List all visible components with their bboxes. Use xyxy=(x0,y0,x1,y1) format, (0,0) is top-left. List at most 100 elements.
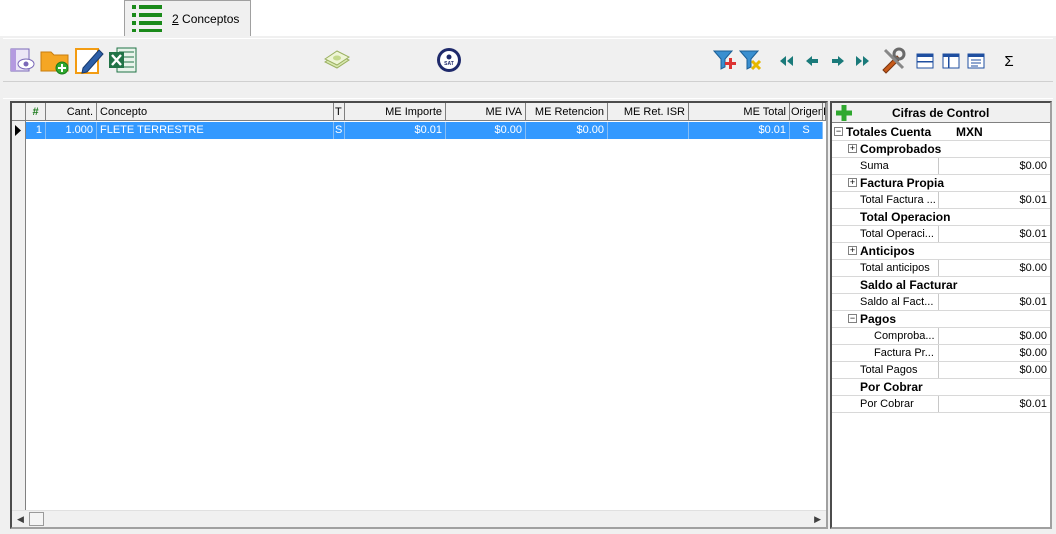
col-header-me-importe[interactable]: ME Importe xyxy=(345,103,446,121)
tab-number: 2 xyxy=(172,12,179,26)
row-label: Comproba... xyxy=(874,330,935,342)
row-total-pagos: Total Pagos $0.00 xyxy=(832,362,1050,379)
row-value: $0.00 xyxy=(1019,160,1047,172)
scroll-left-icon[interactable]: ◀ xyxy=(17,514,24,525)
cell-me-ret-isr[interactable] xyxy=(608,122,689,139)
plus-icon[interactable] xyxy=(836,105,852,121)
col-header-me-retencion[interactable]: ME Retencion xyxy=(526,103,608,121)
col-header-cant[interactable]: Cant. xyxy=(46,103,97,121)
new-folder-button[interactable] xyxy=(39,44,71,76)
view-button[interactable] xyxy=(7,44,39,76)
col-header-me-total[interactable]: ME Total xyxy=(689,103,790,121)
seal-text: SAT xyxy=(444,61,454,67)
toolbar-bottom-strip xyxy=(3,81,1053,99)
separator xyxy=(938,294,939,310)
money-icon xyxy=(324,50,350,69)
col-header-origen[interactable]: Origen xyxy=(790,103,823,121)
tab-conceptos[interactable]: 2 Conceptos xyxy=(124,0,251,36)
col-header-me-ret-isr[interactable]: ME Ret. ISR xyxy=(608,103,689,121)
row-comprobados-pagos: Comproba... $0.00 xyxy=(832,328,1050,345)
row-label: Total anticipos xyxy=(860,262,930,274)
separator xyxy=(938,362,939,378)
currency-label: MXN xyxy=(956,125,983,139)
group-comprobados[interactable]: + Comprobados xyxy=(832,141,1050,158)
cell-concepto[interactable]: FLETE TERRESTRE xyxy=(97,122,334,139)
group-anticipos[interactable]: + Anticipos xyxy=(832,243,1050,260)
row-suma: Suma $0.00 xyxy=(832,158,1050,175)
scroll-right-icon[interactable]: ▶ xyxy=(814,514,821,525)
row-total-anticipos: Total anticipos $0.00 xyxy=(832,260,1050,277)
expand-icon[interactable]: + xyxy=(848,246,857,255)
cell-cant[interactable]: 1.000 xyxy=(46,122,97,139)
sat-seal-icon: SAT xyxy=(437,48,461,72)
row-value: $0.01 xyxy=(1019,398,1047,410)
edit-button[interactable] xyxy=(73,44,105,76)
filter-remove-icon xyxy=(738,50,762,71)
row-label: Total Factura ... xyxy=(860,194,936,206)
separator xyxy=(938,260,939,276)
row-label: Total Operaci... xyxy=(860,228,934,240)
panel-button[interactable] xyxy=(941,51,961,71)
cifras-control-panel: Cifras de Control − Totales Cuenta MXN +… xyxy=(830,101,1052,529)
collapse-icon[interactable]: − xyxy=(848,314,857,323)
tree-root[interactable]: − Totales Cuenta MXN xyxy=(832,124,1050,141)
col-header-me-iva[interactable]: ME IVA xyxy=(446,103,526,121)
separator xyxy=(938,328,939,344)
row-value: $0.01 xyxy=(1019,228,1047,240)
window-button[interactable] xyxy=(915,51,935,71)
conceptos-grid[interactable]: # Cant. Concepto T ME Importe ME IVA ME … xyxy=(10,101,828,529)
excel-button[interactable] xyxy=(107,44,139,76)
col-header-concepto[interactable]: Concepto xyxy=(97,103,334,121)
sat-button[interactable]: SAT xyxy=(433,44,465,76)
group-label: Pagos xyxy=(860,312,897,326)
last-icon xyxy=(856,56,869,66)
group-label: Total Operacion xyxy=(860,210,951,224)
table-row[interactable]: 1 1.000 FLETE TERRESTRE S $0.01 $0.00 $0… xyxy=(12,122,826,139)
last-button[interactable] xyxy=(853,51,873,71)
form-button[interactable] xyxy=(966,51,986,71)
cell-me-importe[interactable]: $0.01 xyxy=(345,122,446,139)
first-icon xyxy=(780,56,793,66)
group-saldo-facturar: Saldo al Facturar xyxy=(832,277,1050,294)
edit-icon xyxy=(75,48,104,74)
row-label: Total Pagos xyxy=(860,364,918,376)
collapse-icon[interactable]: − xyxy=(834,127,843,136)
money-button[interactable] xyxy=(321,44,353,76)
row-value: $0.00 xyxy=(1019,347,1047,359)
cell-me-retencion[interactable]: $0.00 xyxy=(526,122,608,139)
sigma-button[interactable]: Σ xyxy=(999,51,1019,71)
group-factura-propia[interactable]: + Factura Propia xyxy=(832,175,1050,192)
group-por-cobrar: Por Cobrar xyxy=(832,379,1050,396)
row-value: $0.01 xyxy=(1019,194,1047,206)
first-button[interactable] xyxy=(776,51,796,71)
panel-header: Cifras de Control xyxy=(832,103,1050,123)
next-button[interactable] xyxy=(828,51,848,71)
row-value: $0.00 xyxy=(1019,364,1047,376)
cell-t[interactable]: S xyxy=(334,122,345,139)
col-header-t[interactable]: T xyxy=(334,103,345,121)
cell-me-iva[interactable]: $0.00 xyxy=(446,122,526,139)
col-header-extra[interactable]: I xyxy=(823,103,826,121)
cell-num[interactable]: 1 xyxy=(26,122,46,139)
cell-origen[interactable]: S xyxy=(790,122,823,139)
group-label: Saldo al Facturar xyxy=(860,278,958,292)
expand-icon[interactable]: + xyxy=(848,144,857,153)
group-pagos[interactable]: − Pagos xyxy=(832,311,1050,328)
panel-title: Cifras de Control xyxy=(892,106,990,120)
tools-button[interactable] xyxy=(877,44,909,76)
tools-icon xyxy=(882,47,906,74)
next-icon xyxy=(832,56,844,66)
separator xyxy=(938,345,939,361)
row-label: Saldo al Fact... xyxy=(860,296,934,308)
root-label: Totales Cuenta xyxy=(846,125,932,139)
prev-button[interactable] xyxy=(802,51,822,71)
filter-remove-button[interactable] xyxy=(735,44,767,76)
row-label: Suma xyxy=(860,160,889,172)
col-header-num[interactable]: # xyxy=(26,103,46,121)
row-saldo-facturar: Saldo al Fact... $0.01 xyxy=(832,294,1050,311)
horizontal-scrollbar[interactable]: ◀ ▶ xyxy=(12,510,826,527)
expand-icon[interactable]: + xyxy=(848,178,857,187)
scroll-thumb[interactable] xyxy=(29,512,44,526)
sigma-icon: Σ xyxy=(1004,52,1014,70)
cell-me-total[interactable]: $0.01 xyxy=(689,122,790,139)
